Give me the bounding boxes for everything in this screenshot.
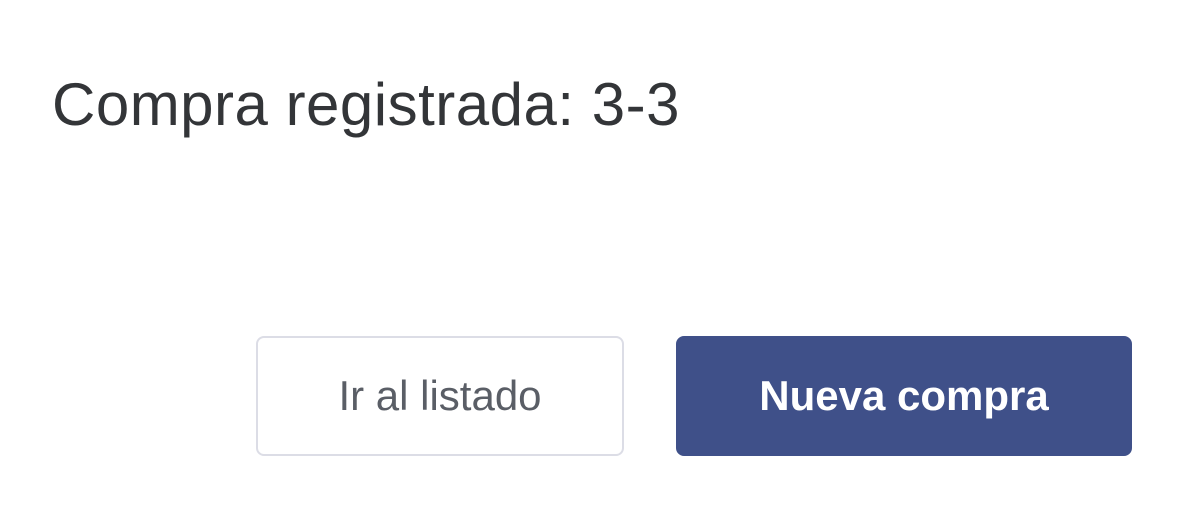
dialog-actions: Ir al listado Nueva compra (256, 336, 1132, 456)
go-to-list-button[interactable]: Ir al listado (256, 336, 624, 456)
new-purchase-button[interactable]: Nueva compra (676, 336, 1132, 456)
purchase-confirmation-dialog: Compra registrada: 3-3 Ir al listado Nue… (0, 0, 1186, 510)
confirmation-title: Compra registrada: 3-3 (52, 71, 680, 138)
